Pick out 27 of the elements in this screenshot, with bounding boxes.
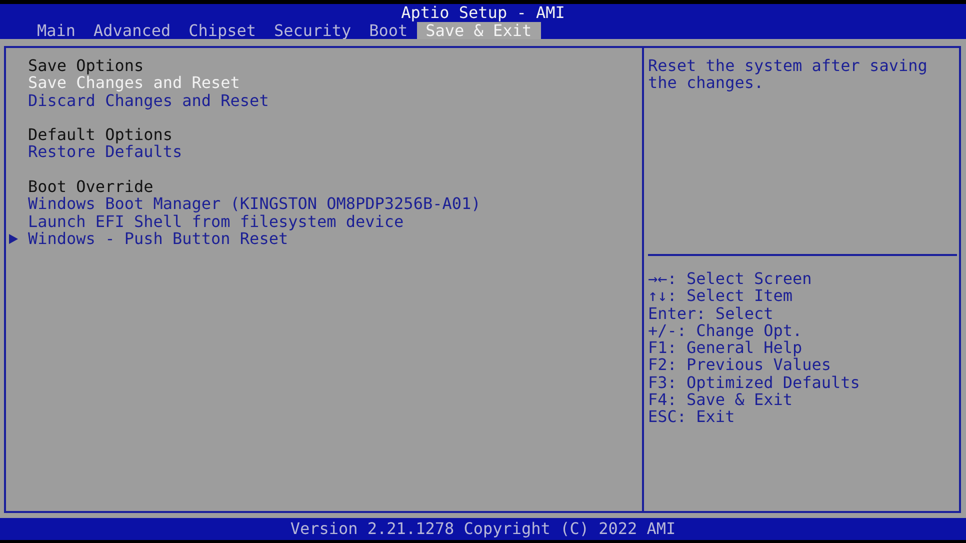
menu-item[interactable]: Windows - Push Button Reset [6,230,642,248]
key-hint: F4: Save & Exit [648,391,794,408]
submenu-arrow-icon [9,234,18,244]
menu-item[interactable]: Save Changes and Reset [6,74,642,92]
key-hint: F2: Previous Values [648,356,832,374]
tab[interactable]: Boot [360,22,417,39]
window-title: Aptio Setup - AMI [401,4,565,22]
section-heading: Save Options [27,57,145,74]
section-heading: Boot Override [27,178,154,196]
key-hint: F3: Optimized Defaults [648,374,861,392]
status-bar: Version 2.21.1278 Copyright (C) 2022 AMI [0,518,966,540]
tab[interactable]: Security [265,22,360,39]
tab[interactable]: Advanced [84,22,180,39]
menu-item[interactable]: Restore Defaults [6,143,642,161]
key-hint: +/-: Change Opt. [648,322,804,340]
key-hint: ESC: Exit [648,408,736,426]
menu-item[interactable]: Windows Boot Manager (KINGSTON OM8PDP3256B-A01) [6,195,642,213]
section-heading: Default Options [27,126,172,144]
help-text: Reset the system after saving the changes. [648,57,928,94]
tab[interactable]: Chipset [180,22,266,39]
key-hint: →←: Select Screen [648,270,813,288]
key-hint: F1: General Help [648,339,802,356]
tab[interactable]: Main [28,22,85,39]
menu-item[interactable]: Launch EFI Shell from filesystem device [6,212,642,230]
menu-item[interactable]: Discard Changes and Reset [6,92,642,109]
key-hint: ↑↓: Select Item [648,287,794,305]
key-hint: Enter: Select [648,304,774,322]
